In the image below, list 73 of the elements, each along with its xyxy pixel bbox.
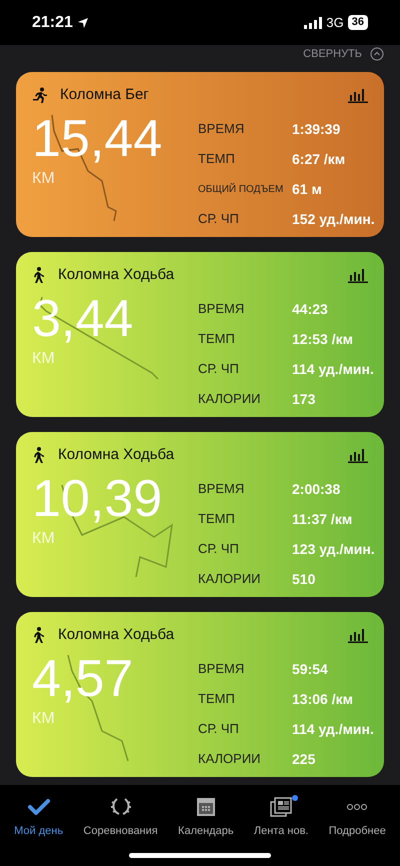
signal-icon xyxy=(304,16,322,28)
walker-icon xyxy=(32,447,46,464)
stat-value: 123 уд./мин. xyxy=(292,540,375,559)
stat-label: КАЛОРИИ xyxy=(198,390,262,408)
tab-bar-item[interactable]: Соревнования xyxy=(79,797,162,840)
stat-label: СР. ЧП xyxy=(198,360,240,378)
bar-chart-icon[interactable] xyxy=(348,87,368,104)
bar-chart-icon[interactable] xyxy=(348,627,368,644)
collapse-chevron-icon[interactable] xyxy=(370,47,384,61)
newspaper-icon xyxy=(270,797,292,817)
stat-value: 11:37 /км xyxy=(292,510,354,528)
walker-icon xyxy=(32,627,46,644)
tab-bar-item[interactable]: Мой день xyxy=(10,797,68,840)
battery-icon: 36 xyxy=(348,15,368,30)
stat-value: 2:00:38 xyxy=(292,480,342,498)
location-arrow-icon xyxy=(76,16,89,28)
distance-unit: КМ xyxy=(32,528,55,548)
tab-bar-item[interactable]: Подробнее xyxy=(324,797,390,840)
bar-chart-icon[interactable] xyxy=(348,447,368,464)
distance-unit: КМ xyxy=(32,348,55,368)
activity-card[interactable]: Коломна Ходьба 10,39 КМ ВРЕМЯ 2:00:38 ТЕМП 11:37 /км СР. ЧП 123 уд./мин. КАЛОРИИ 510 xyxy=(16,432,384,597)
stat-value: 510 xyxy=(292,570,316,588)
distance-value: 15,44 xyxy=(32,110,162,166)
stat-label: КАЛОРИИ xyxy=(198,570,262,588)
laurel-wreath-icon xyxy=(110,797,132,817)
distance-value: 3,44 xyxy=(32,290,134,346)
stat-value: 225 xyxy=(292,750,316,768)
activity-card[interactable]: Коломна Бег 15,44 КМ ВРЕМЯ 1:39:39 ТЕМП 6:27 /км ОБЩИЙ ПОДЪЕМ 61 м СР. ЧП 152 уд./мин. xyxy=(16,72,384,237)
activity-title: Коломна Ходьба xyxy=(58,265,174,285)
distance-value: 4,57 xyxy=(32,650,134,706)
stat-value: 44:23 xyxy=(292,300,329,318)
stat-value: 61 м xyxy=(292,180,323,198)
stat-label: ВРЕМЯ xyxy=(198,660,246,678)
stat-label: СР. ЧП xyxy=(198,720,240,738)
stat-value: 1:39:39 xyxy=(292,120,342,138)
checkmark-icon xyxy=(28,798,50,816)
tab-bar-item[interactable]: Календарь xyxy=(174,797,238,840)
stat-value: 6:27 /км xyxy=(292,150,346,168)
stat-value: 114 уд./мин. xyxy=(292,720,374,739)
activity-title: Коломна Бег xyxy=(60,85,149,105)
activity-title: Коломна Ходьба xyxy=(58,445,174,465)
collapse-link[interactable]: СВЕРНУТЬ xyxy=(303,46,362,62)
walker-icon xyxy=(32,267,46,284)
stat-label: ОБЩИЙ ПОДЪЕМ xyxy=(198,182,284,196)
stat-label: ТЕМП xyxy=(198,510,236,528)
stat-label: ВРЕМЯ xyxy=(198,480,246,498)
distance-unit: КМ xyxy=(32,168,55,188)
activity-card[interactable]: Коломна Ходьба 3,44 КМ ВРЕМЯ 44:23 ТЕМП 12:53 /км СР. ЧП 114 уд./мин. КАЛОРИИ 173 xyxy=(16,252,384,417)
stat-label: СР. ЧП xyxy=(198,210,240,228)
stat-value: 152 уд./мин. xyxy=(292,210,375,229)
activity-card[interactable]: Коломна Ходьба 4,57 КМ ВРЕМЯ 59:54 ТЕМП 13:06 /км СР. ЧП 114 уд./мин. КАЛОРИИ 225 xyxy=(16,612,384,777)
stat-label: КАЛОРИИ xyxy=(198,750,262,768)
stat-label: ТЕМП xyxy=(198,330,236,348)
stat-label: ТЕМП xyxy=(198,150,236,168)
stat-value: 114 уд./мин. xyxy=(292,360,374,379)
distance-value: 10,39 xyxy=(32,470,162,526)
stat-value: 13:06 /км xyxy=(292,690,354,708)
stat-label: ВРЕМЯ xyxy=(198,300,246,318)
stat-label: ТЕМП xyxy=(198,690,236,708)
stat-value: 12:53 /км xyxy=(292,330,354,348)
tab-bar-item[interactable]: Лента нов. xyxy=(250,797,312,840)
stat-label: СР. ЧП xyxy=(198,540,240,558)
status-time: 21:21 xyxy=(32,12,73,32)
stat-label: ВРЕМЯ xyxy=(198,120,246,138)
stat-value: 173 xyxy=(292,390,316,408)
calendar-icon xyxy=(196,797,216,817)
stat-value: 59:54 xyxy=(292,660,329,678)
distance-unit: КМ xyxy=(32,708,55,728)
network-type: 3G xyxy=(326,14,344,32)
activity-title: Коломна Ходьба xyxy=(58,625,174,645)
more-icon xyxy=(346,803,368,811)
bar-chart-icon[interactable] xyxy=(348,267,368,284)
runner-icon xyxy=(32,87,48,104)
